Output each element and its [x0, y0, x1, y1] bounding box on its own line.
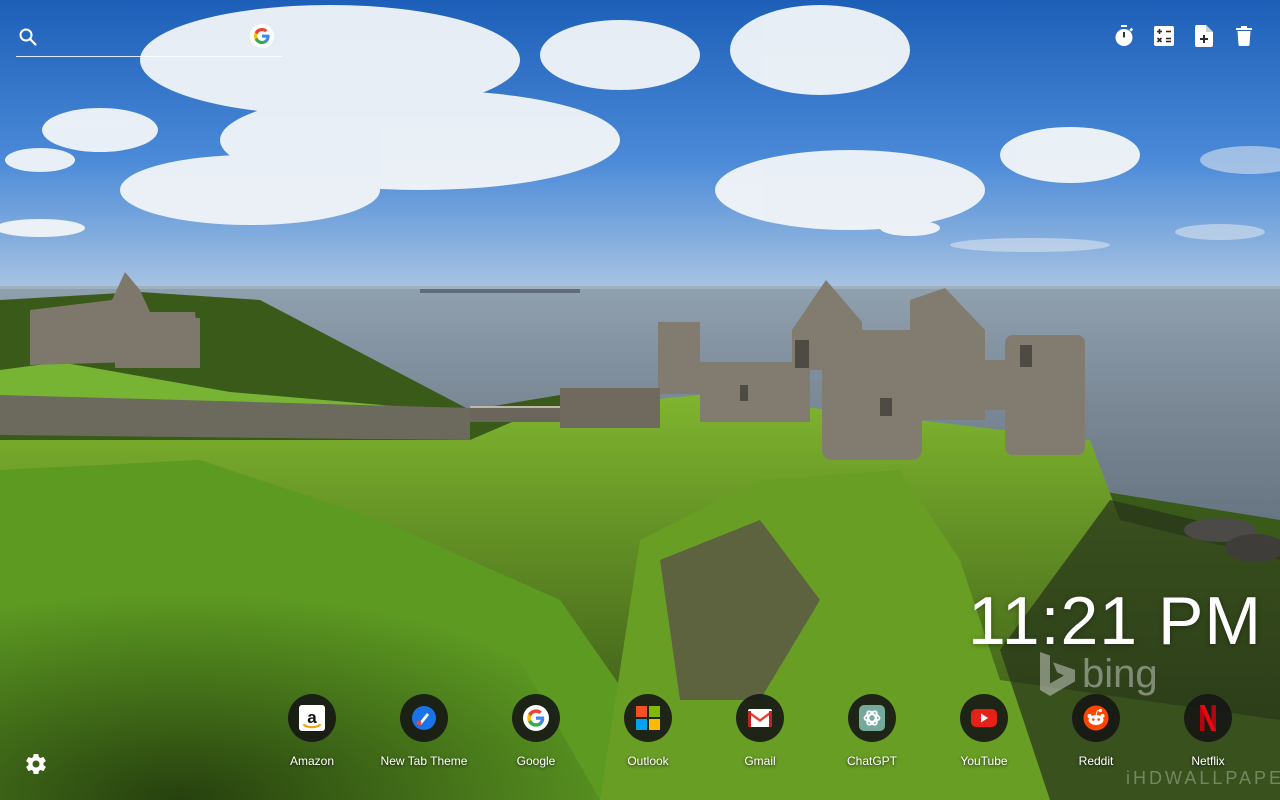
svg-text:a: a [307, 708, 317, 727]
shortcut-label: Reddit [1078, 754, 1114, 768]
shortcut-outlook[interactable]: Outlook [592, 694, 704, 768]
shortcut-new-tab-theme[interactable]: New Tab Theme [368, 694, 480, 768]
shortcut-gmail[interactable]: Gmail [704, 694, 816, 768]
wallpaper-watermark: iHDWALLPAPERS [1126, 768, 1280, 788]
timer-icon[interactable] [1112, 24, 1136, 48]
shortcut-reddit[interactable]: Reddit [1040, 694, 1152, 768]
shortcut-label: Google [516, 754, 556, 768]
clock-time: 11:21 PM [967, 583, 1262, 659]
google-icon [512, 694, 560, 742]
new-tab-theme-icon [400, 694, 448, 742]
shortcut-netflix[interactable]: Netflix [1152, 694, 1264, 768]
reddit-icon [1072, 694, 1120, 742]
bing-logo[interactable]: bing [1036, 650, 1176, 698]
shortcut-youtube[interactable]: YouTube [928, 694, 1040, 768]
outlook-icon [624, 694, 672, 742]
shortcut-label: YouTube [960, 754, 1008, 768]
chatgpt-icon [848, 694, 896, 742]
netflix-icon [1184, 694, 1232, 742]
google-g-icon[interactable] [250, 24, 274, 48]
shortcut-chatgpt[interactable]: ChatGPT [816, 694, 928, 768]
shortcut-label: New Tab Theme [380, 754, 468, 768]
gmail-icon [736, 694, 784, 742]
shortcuts-dock: a Amazon New Tab Theme Google Outlook Gm… [256, 694, 1264, 768]
add-note-icon[interactable] [1192, 24, 1216, 48]
top-toolbar [1112, 24, 1256, 48]
search-icon[interactable] [18, 27, 38, 47]
shortcut-amazon[interactable]: a Amazon [256, 694, 368, 768]
gear-icon[interactable] [24, 752, 48, 776]
search-input[interactable] [48, 26, 248, 52]
amazon-icon: a [288, 694, 336, 742]
bing-wordmark: bing [1082, 651, 1158, 696]
shortcut-label: Netflix [1191, 754, 1225, 768]
bing-icon [1040, 652, 1075, 696]
shortcut-google[interactable]: Google [480, 694, 592, 768]
trash-icon[interactable] [1232, 24, 1256, 48]
shortcut-label: ChatGPT [846, 754, 897, 768]
shortcut-label: Amazon [289, 754, 335, 768]
shortcut-label: Outlook [627, 754, 669, 768]
calculator-icon[interactable] [1152, 24, 1176, 48]
youtube-icon [960, 694, 1008, 742]
search-bar [16, 20, 282, 57]
shortcut-label: Gmail [744, 754, 776, 768]
